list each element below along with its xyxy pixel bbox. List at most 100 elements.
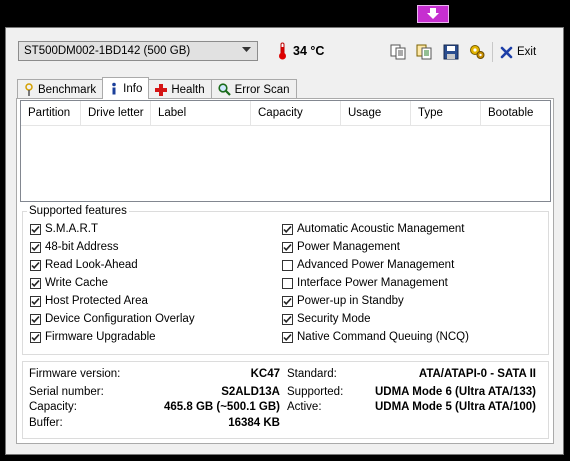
serial-label: Serial number: bbox=[29, 386, 104, 398]
col-label[interactable]: Label bbox=[151, 101, 251, 125]
copy-button[interactable] bbox=[388, 42, 408, 62]
supported-label: Supported: bbox=[287, 386, 344, 398]
feature-label: Automatic Acoustic Management bbox=[297, 223, 465, 235]
feature-label: Advanced Power Management bbox=[297, 259, 455, 271]
supported-features-title: Supported features bbox=[27, 205, 129, 217]
col-capacity[interactable]: Capacity bbox=[251, 101, 341, 125]
standard-label: Standard: bbox=[287, 368, 337, 380]
tab-health-label: Health bbox=[171, 83, 205, 96]
info-icon bbox=[112, 82, 116, 94]
checkbox-ncq[interactable] bbox=[282, 331, 293, 343]
feature-label: 48-bit Address bbox=[45, 241, 119, 253]
tab-error-scan-label: Error Scan bbox=[234, 83, 290, 96]
active-value: UDMA Mode 5 (Ultra ATA/100) bbox=[374, 401, 536, 413]
firmware-value: KC47 bbox=[250, 368, 280, 380]
exit-label: Exit bbox=[517, 46, 537, 58]
partition-table[interactable]: Partition Drive letter Label Capacity Us… bbox=[20, 100, 551, 202]
serial-value: S2ALD13A bbox=[221, 386, 280, 398]
thermometer-icon bbox=[279, 42, 286, 60]
feature-label: Power-up in Standby bbox=[297, 295, 404, 307]
options-button[interactable] bbox=[467, 42, 487, 62]
feature-advanced-power-management: Advanced Power Management bbox=[282, 259, 454, 271]
tab-benchmark[interactable]: Benchmark bbox=[17, 79, 104, 99]
feature-security-mode: Security Mode bbox=[282, 313, 371, 325]
drive-select-value: ST500DM002-1BD142 (500 GB) bbox=[24, 45, 191, 57]
feature-read-look-ahead: Read Look-Ahead bbox=[30, 259, 138, 271]
tab-info-label: Info bbox=[123, 82, 143, 95]
feature-interface-power-management: Interface Power Management bbox=[282, 277, 448, 289]
feature-label: Power Management bbox=[297, 241, 400, 253]
col-usage[interactable]: Usage bbox=[341, 101, 411, 125]
checkbox-device-configuration-overlay[interactable] bbox=[30, 313, 41, 325]
save-button[interactable] bbox=[441, 42, 461, 62]
checkmark-icon bbox=[283, 243, 292, 251]
feature-label: Interface Power Management bbox=[297, 277, 448, 289]
toolbar-separator bbox=[492, 42, 493, 62]
hd-tune-window: ST500DM002-1BD142 (500 GB) 34 °C Exit Be… bbox=[5, 27, 564, 455]
feature-48bit-address: 48-bit Address bbox=[30, 241, 119, 253]
feature-host-protected-area: Host Protected Area bbox=[30, 295, 148, 307]
partition-table-header: Partition Drive letter Label Capacity Us… bbox=[21, 101, 550, 126]
feature-power-management: Power Management bbox=[282, 241, 400, 253]
checkbox-48bit-address[interactable] bbox=[30, 241, 41, 253]
feature-label: Security Mode bbox=[297, 313, 371, 325]
checkmark-icon bbox=[31, 261, 40, 269]
feature-ncq: Native Command Queuing (NCQ) bbox=[282, 331, 469, 343]
options-icon bbox=[470, 45, 485, 59]
tab-bar: Benchmark Info Health Error Scan bbox=[17, 77, 297, 99]
checkmark-icon bbox=[283, 225, 292, 233]
col-partition[interactable]: Partition bbox=[21, 101, 81, 125]
feature-device-configuration-overlay: Device Configuration Overlay bbox=[30, 313, 195, 325]
tab-error-scan[interactable]: Error Scan bbox=[210, 79, 297, 99]
firmware-label: Firmware version: bbox=[29, 368, 121, 380]
download-button[interactable] bbox=[417, 5, 449, 23]
device-info-group: Firmware version: KC47 Serial number: S2… bbox=[22, 361, 549, 439]
health-icon bbox=[155, 83, 168, 96]
checkbox-write-cache[interactable] bbox=[30, 277, 41, 289]
exit-button[interactable]: Exit bbox=[500, 41, 550, 63]
checkbox-power-management[interactable] bbox=[282, 241, 293, 253]
feature-label: Write Cache bbox=[45, 277, 109, 289]
copy-icon bbox=[390, 44, 406, 60]
checkmark-icon bbox=[31, 225, 40, 233]
active-label: Active: bbox=[287, 401, 322, 413]
feature-label: S.M.A.R.T bbox=[45, 223, 99, 235]
tab-health[interactable]: Health bbox=[148, 79, 212, 99]
temperature-value: 34 °C bbox=[293, 44, 325, 58]
download-arrow-icon bbox=[427, 8, 439, 19]
temperature-display: 34 °C bbox=[278, 42, 324, 60]
checkbox-power-up-in-standby[interactable] bbox=[282, 295, 293, 307]
checkbox-firmware-upgradable[interactable] bbox=[30, 331, 41, 343]
exit-icon bbox=[500, 46, 513, 58]
save-icon bbox=[443, 44, 459, 60]
checkmark-icon bbox=[31, 243, 40, 251]
checkbox-smart[interactable] bbox=[30, 223, 41, 235]
supported-value: UDMA Mode 6 (Ultra ATA/133) bbox=[374, 386, 536, 398]
checkmark-icon bbox=[31, 297, 40, 305]
feature-label: Host Protected Area bbox=[45, 295, 148, 307]
checkbox-security-mode[interactable] bbox=[282, 313, 293, 325]
col-drive-letter[interactable]: Drive letter bbox=[81, 101, 151, 125]
col-type[interactable]: Type bbox=[411, 101, 481, 125]
feature-write-cache: Write Cache bbox=[30, 277, 108, 289]
copy-all-button[interactable] bbox=[414, 42, 434, 62]
magnifier-icon bbox=[218, 83, 231, 96]
info-panel: Partition Drive letter Label Capacity Us… bbox=[16, 98, 554, 444]
buffer-label: Buffer: bbox=[29, 417, 63, 429]
supported-features-group: Supported features S.M.A.R.T 48-bit Addr… bbox=[22, 205, 549, 355]
drive-select[interactable]: ST500DM002-1BD142 (500 GB) bbox=[18, 41, 258, 61]
checkmark-icon bbox=[31, 333, 40, 341]
checkbox-automatic-acoustic-management[interactable] bbox=[282, 223, 293, 235]
checkmark-icon bbox=[283, 333, 292, 341]
tab-benchmark-label: Benchmark bbox=[38, 83, 97, 96]
feature-label: Device Configuration Overlay bbox=[45, 313, 195, 325]
col-bootable[interactable]: Bootable bbox=[481, 101, 550, 125]
feature-firmware-upgradable: Firmware Upgradable bbox=[30, 331, 156, 343]
checkbox-interface-power-management[interactable] bbox=[282, 277, 293, 289]
checkbox-read-look-ahead[interactable] bbox=[30, 259, 41, 271]
checkbox-advanced-power-management[interactable] bbox=[282, 259, 293, 271]
standard-value: ATA/ATAPI-0 - SATA II bbox=[418, 368, 536, 380]
capacity-label: Capacity: bbox=[29, 401, 77, 413]
checkbox-host-protected-area[interactable] bbox=[30, 295, 41, 307]
tab-info[interactable]: Info bbox=[102, 77, 150, 99]
